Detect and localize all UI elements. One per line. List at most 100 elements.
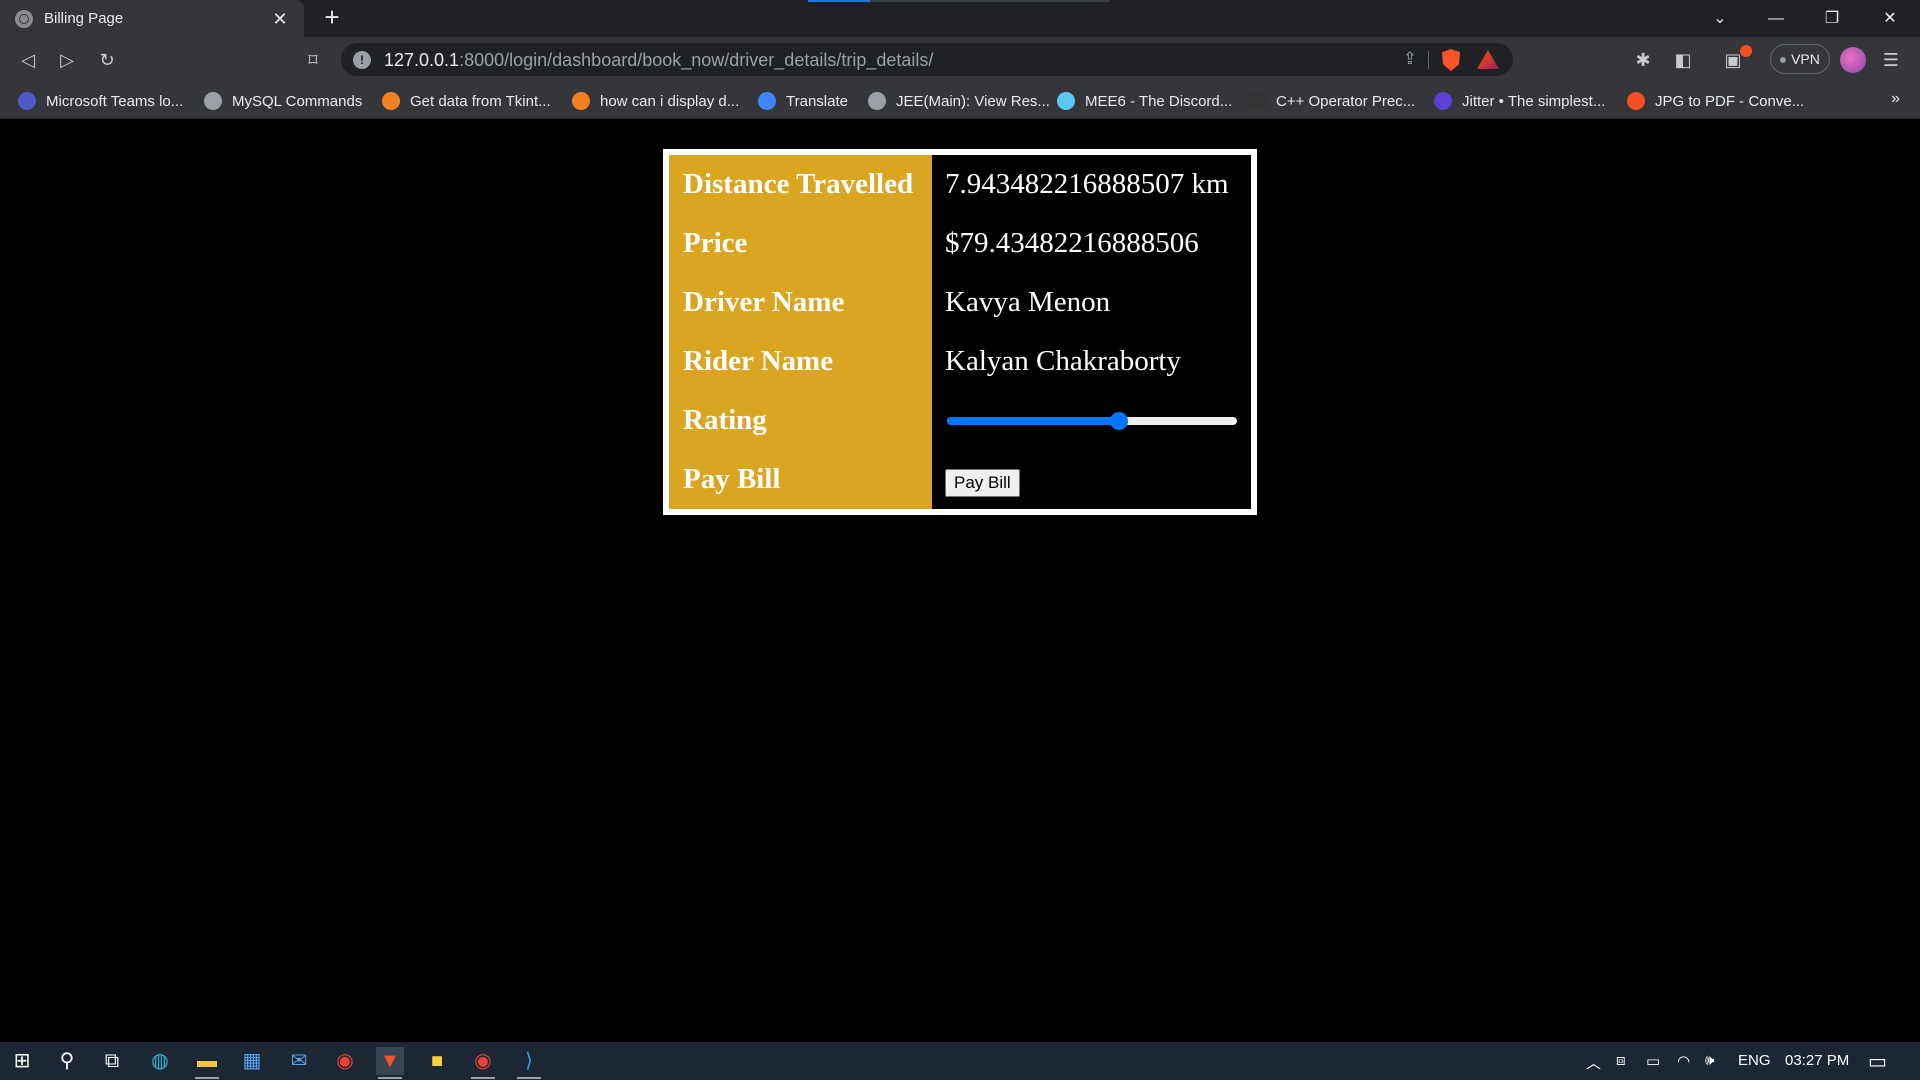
distance-label: Distance Travelled [669, 155, 932, 214]
translate-icon [758, 92, 776, 110]
stackoverflow-icon [382, 92, 400, 110]
pay-bill-button[interactable]: Pay Bill [945, 468, 1020, 497]
table-row: Pay Bill Pay Bill [669, 450, 1251, 509]
jitter-icon [1434, 92, 1452, 110]
profile-avatar[interactable] [1840, 47, 1866, 73]
menu-icon[interactable]: ☰ [1880, 49, 1902, 71]
price-label: Price [669, 214, 932, 273]
stackoverflow-icon [572, 92, 590, 110]
task-view-icon[interactable]: ⧉ [98, 1047, 126, 1075]
rider-name-value: Kalyan Chakraborty [945, 345, 1181, 377]
meet-now-icon[interactable]: ⧈ [1616, 1052, 1626, 1069]
bookmark-item[interactable]: MEE6 - The Discord... [1057, 90, 1232, 112]
globe-icon [868, 92, 886, 110]
address-bar[interactable]: ! 127.0.0.1:8000/login/dashboard/book_no… [341, 43, 1513, 76]
sidebar-icon[interactable]: ◧ [1672, 49, 1694, 71]
billing-table: Distance Travelled 7.943482216888507 km … [663, 149, 1257, 515]
tab-indicator-track [870, 0, 1110, 2]
forward-icon[interactable]: ▷ [52, 45, 82, 75]
restore-button[interactable]: ❐ [1804, 0, 1860, 37]
bookmark-icon[interactable]: ⌑ [298, 45, 328, 75]
url-text[interactable]: 127.0.0.1:8000/login/dashboard/book_now/… [384, 50, 933, 71]
jpg2pdf-icon [1627, 92, 1645, 110]
tab-strip: Billing Page ✕ + ⌄ — ❐ ✕ [0, 0, 1920, 37]
search-icon[interactable]: ⚲ [53, 1047, 81, 1075]
new-tab-button[interactable]: + [318, 4, 346, 32]
language-indicator[interactable]: ENG [1738, 1052, 1771, 1069]
bookmark-item[interactable]: Translate [758, 90, 848, 112]
vscode-icon[interactable]: ⟩ [515, 1047, 543, 1079]
store-icon[interactable]: ▦ [238, 1047, 266, 1075]
bookmark-label: JPG to PDF - Conve... [1655, 92, 1805, 110]
globe-icon [204, 92, 222, 110]
brave-rewards-icon[interactable] [1477, 50, 1499, 69]
tab-billing-page[interactable]: Billing Page ✕ [0, 0, 304, 37]
edge-icon[interactable]: ◍ [146, 1047, 174, 1075]
distance-value: 7.943482216888507 km [945, 168, 1229, 200]
bookmark-item[interactable]: Get data from Tkint... [382, 90, 551, 112]
bookmark-item[interactable]: C++ Operator Prec... [1248, 90, 1415, 112]
share-icon[interactable]: ⇪ [1403, 49, 1417, 69]
bookmark-item[interactable]: Jitter • The simplest... [1434, 90, 1605, 112]
globe-icon [15, 9, 33, 28]
pay-bill-label: Pay Bill [669, 450, 932, 509]
rating-slider[interactable] [945, 411, 1239, 431]
bookmark-label: JEE(Main): View Res... [896, 92, 1050, 110]
bookmark-item[interactable]: JEE(Main): View Res... [868, 90, 1050, 112]
bookmark-label: Jitter • The simplest... [1462, 92, 1606, 110]
brave-shields-icon[interactable] [1442, 49, 1460, 71]
bookmarks-overflow-button[interactable]: » [1891, 90, 1900, 108]
wifi-icon[interactable]: ◠ [1677, 1052, 1690, 1070]
table-row: Distance Travelled 7.943482216888507 km [669, 155, 1251, 214]
bookmark-item[interactable]: Microsoft Teams lo... [18, 90, 183, 112]
close-window-button[interactable]: ✕ [1862, 0, 1918, 37]
divider [1428, 51, 1429, 69]
browser-toolbar: ◁ ▷ ↻ ⌑ ! 127.0.0.1:8000/login/dashboard… [0, 37, 1920, 82]
close-tab-icon[interactable]: ✕ [268, 7, 292, 31]
minimize-button[interactable]: — [1748, 0, 1804, 37]
tab-search-icon[interactable]: ⌄ [1692, 0, 1748, 37]
rider-name-label: Rider Name [669, 332, 932, 391]
bookmark-item[interactable]: how can i display d... [572, 90, 739, 112]
table-row: Price $79.43482216888506 [669, 214, 1251, 273]
rating-cell [932, 391, 1251, 450]
bookmarks-bar: » Microsoft Teams lo... MySQL Commands Get… [0, 82, 1920, 119]
mail-icon[interactable]: ✉ [285, 1047, 313, 1075]
driver-name-label: Driver Name [669, 273, 932, 332]
taskbar: ⊞ ⚲ ⧉ ◍ ▬ ▦ ✉ ◉ ▼ ■ ◉ ⟩ ︿ ⧈ ▭ ◠ 🕪 ENG 03… [0, 1042, 1920, 1080]
show-hidden-icons[interactable]: ︿ [1586, 1052, 1601, 1073]
table-row: Driver Name Kavya Menon [669, 273, 1251, 332]
table-row: Rating [669, 391, 1251, 450]
back-icon[interactable]: ◁ [13, 45, 43, 75]
battery-icon[interactable]: ▭ [1646, 1052, 1660, 1070]
bookmark-item[interactable]: JPG to PDF - Conve... [1627, 90, 1804, 112]
bookmark-item[interactable]: MySQL Commands [204, 90, 362, 112]
brave-icon[interactable]: ▼ [376, 1047, 404, 1079]
chrome-icon[interactable]: ◉ [469, 1047, 497, 1079]
notifications-icon[interactable]: ▭ [1868, 1049, 1887, 1074]
bookmark-label: Microsoft Teams lo... [46, 92, 184, 110]
volume-icon[interactable]: 🕪 [1705, 1052, 1714, 1069]
reload-icon[interactable]: ↻ [92, 45, 122, 75]
extensions-icon[interactable]: ✱ [1632, 49, 1654, 71]
slider-fill [947, 416, 1120, 425]
bookmark-label: MySQL Commands [232, 92, 363, 110]
slider-thumb[interactable] [1110, 411, 1129, 430]
cppreference-icon [1248, 92, 1266, 110]
sticky-notes-icon[interactable]: ■ [423, 1047, 451, 1075]
bookmark-label: Translate [786, 92, 848, 110]
site-info-icon[interactable]: ! [353, 51, 371, 69]
bookmark-label: C++ Operator Prec... [1276, 92, 1416, 110]
bookmark-label: Get data from Tkint... [410, 92, 551, 110]
clock[interactable]: 03:27 PM [1785, 1052, 1849, 1069]
chrome-icon[interactable]: ◉ [331, 1047, 359, 1075]
file-explorer-icon[interactable]: ▬ [193, 1047, 221, 1079]
mee6-icon [1057, 92, 1075, 110]
tab-indicator [808, 0, 870, 2]
vpn-button[interactable]: VPN [1770, 44, 1830, 74]
bookmark-label: how can i display d... [600, 92, 740, 110]
page-viewport: Distance Travelled 7.943482216888507 km … [0, 119, 1920, 1042]
pay-bill-cell: Pay Bill [932, 450, 1251, 509]
windows-start-icon[interactable]: ⊞ [8, 1047, 36, 1075]
table-row: Rider Name Kalyan Chakraborty [669, 332, 1251, 391]
